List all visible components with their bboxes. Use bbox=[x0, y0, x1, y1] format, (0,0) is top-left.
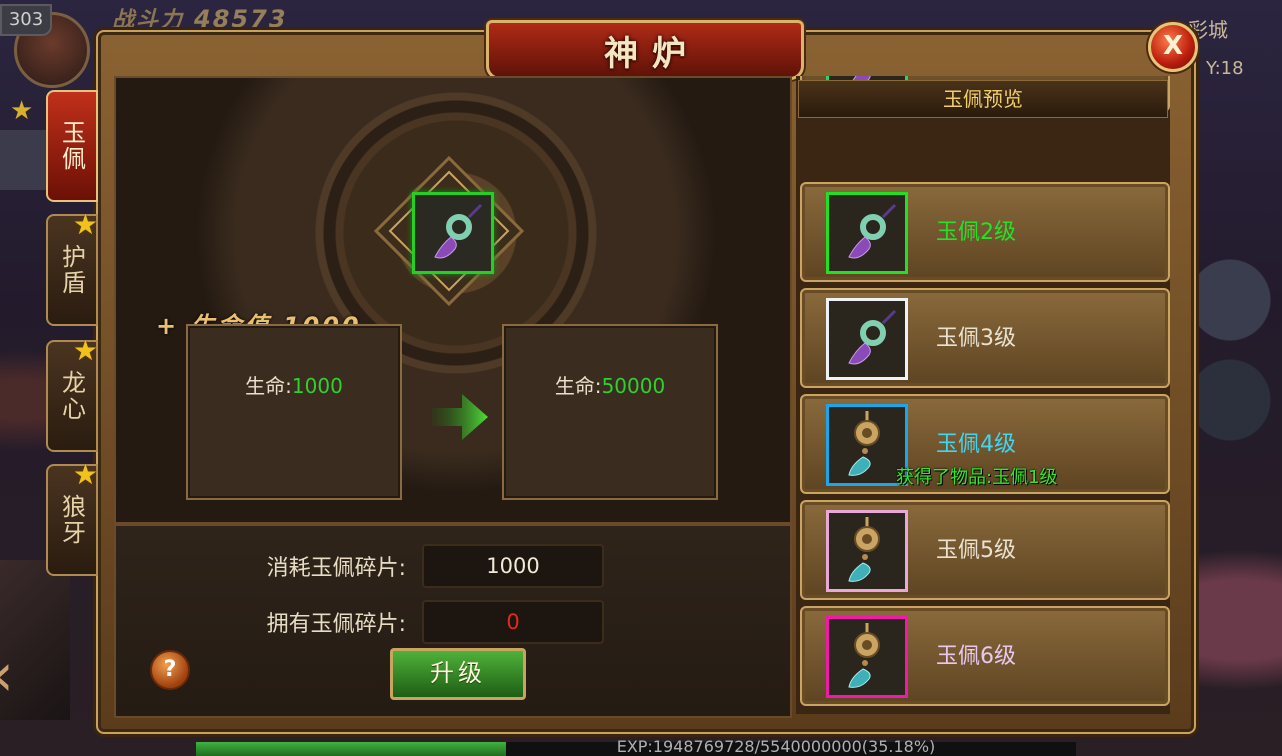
preview-header: 玉佩预览 bbox=[798, 80, 1168, 118]
player-level-badge: 303 bbox=[0, 4, 52, 36]
tab-wolf-fang[interactable]: ★ 狼牙 bbox=[46, 458, 98, 576]
pendant-list-item[interactable]: 玉佩6级 bbox=[800, 606, 1170, 706]
item-obtained-toast: 获得了物品:玉佩1级 bbox=[896, 467, 1058, 488]
help-button[interactable]: ? bbox=[150, 650, 190, 690]
current-stat-line: 生命:1000 bbox=[188, 370, 400, 399]
coin-pendant-teal-icon bbox=[848, 623, 880, 688]
star-icon: ★ bbox=[72, 208, 100, 241]
star-icon: ★ bbox=[72, 458, 100, 491]
pendant-slot bbox=[826, 510, 908, 592]
tab-label: 护盾 bbox=[57, 244, 86, 296]
tab-dragon-heart[interactable]: ★ 龙心 bbox=[46, 334, 98, 452]
pendant-list-item[interactable]: 玉佩3级 bbox=[800, 288, 1170, 388]
obtained-stamp: 已获 bbox=[1050, 76, 1148, 78]
pendant-preview-panel[interactable]: 玉佩预览 玉佩1级已获玉佩2级玉佩3级玉佩4级玉佩5级玉佩6级 bbox=[796, 76, 1170, 714]
current-pendant-slot[interactable] bbox=[412, 192, 494, 274]
pendant-slot bbox=[826, 298, 908, 380]
next-stat-line: 生命:50000 bbox=[504, 370, 716, 399]
owned-label: 拥有玉佩碎片: bbox=[266, 612, 406, 637]
exp-text-value: EXP:1948769728/5540000000(35.18%) bbox=[616, 737, 936, 756]
pendant-name: 玉佩6级 bbox=[936, 644, 1016, 669]
owned-field: 0 bbox=[422, 600, 604, 644]
close-button[interactable]: X bbox=[1148, 22, 1198, 72]
pendant-name: 玉佩5级 bbox=[936, 538, 1016, 563]
chevron-left-icon[interactable]: ‹ bbox=[0, 640, 50, 710]
next-stat-box: 生命:50000 bbox=[502, 324, 718, 500]
cost-label: 消耗玉佩碎片: bbox=[266, 556, 406, 581]
tab-label: 龙心 bbox=[57, 370, 86, 422]
coin-pendant-teal-icon bbox=[848, 411, 880, 476]
jade-pendant-purple-icon bbox=[848, 309, 897, 365]
pendant-list-item[interactable]: 玉佩5级 bbox=[800, 500, 1170, 600]
upgrade-button[interactable]: 升级 bbox=[390, 648, 526, 700]
pendant-name: 玉佩4级 bbox=[936, 432, 1016, 457]
tab-jade-pendant[interactable]: 玉佩 bbox=[46, 90, 98, 202]
combat-power-value: 48573 bbox=[194, 5, 288, 33]
next-stat-label: 生命: bbox=[554, 374, 602, 398]
pendant-slot bbox=[826, 192, 908, 274]
upgrade-panel: + 生命值 1000 生命:1000 生命:50000 消耗玉佩碎片: 1000… bbox=[114, 76, 792, 718]
coin-pendant-teal-icon bbox=[848, 517, 880, 582]
tab-shield[interactable]: ★ 护盾 bbox=[46, 208, 98, 326]
cost-panel: 消耗玉佩碎片: 1000 拥有玉佩碎片: 0 ? 升级 bbox=[116, 526, 790, 716]
pendant-list-item[interactable]: 玉佩2级 bbox=[800, 182, 1170, 282]
window-title: 神炉 bbox=[604, 33, 700, 74]
window-title-plate: 神炉 bbox=[486, 20, 804, 80]
current-stat-value: 1000 bbox=[291, 374, 343, 398]
current-stat-box: 生命:1000 bbox=[186, 324, 402, 500]
pendant-name: 玉佩2级 bbox=[936, 220, 1016, 245]
pendant-name: 玉佩3级 bbox=[936, 326, 1016, 351]
arrow-right-icon bbox=[432, 394, 488, 440]
coordinate-readout: Y:18 bbox=[1206, 58, 1244, 79]
star-icon: ★ bbox=[10, 96, 34, 126]
forge-altar: + 生命值 1000 生命:1000 生命:50000 bbox=[116, 78, 790, 522]
jade-pendant-purple-icon bbox=[848, 203, 897, 259]
pendant-slot bbox=[826, 616, 908, 698]
star-icon: ★ bbox=[72, 334, 100, 367]
tab-label: 狼牙 bbox=[57, 494, 86, 546]
current-stat-label: 生命: bbox=[245, 374, 292, 398]
cost-field: 1000 bbox=[422, 544, 604, 588]
jade-pendant-purple-icon bbox=[434, 203, 483, 259]
exp-text: EXP:1948769728/5540000000(35.18%) bbox=[0, 737, 1282, 756]
next-stat-value: 50000 bbox=[601, 374, 666, 398]
hud-left-panel bbox=[0, 130, 46, 190]
tab-label: 玉佩 bbox=[57, 120, 86, 172]
